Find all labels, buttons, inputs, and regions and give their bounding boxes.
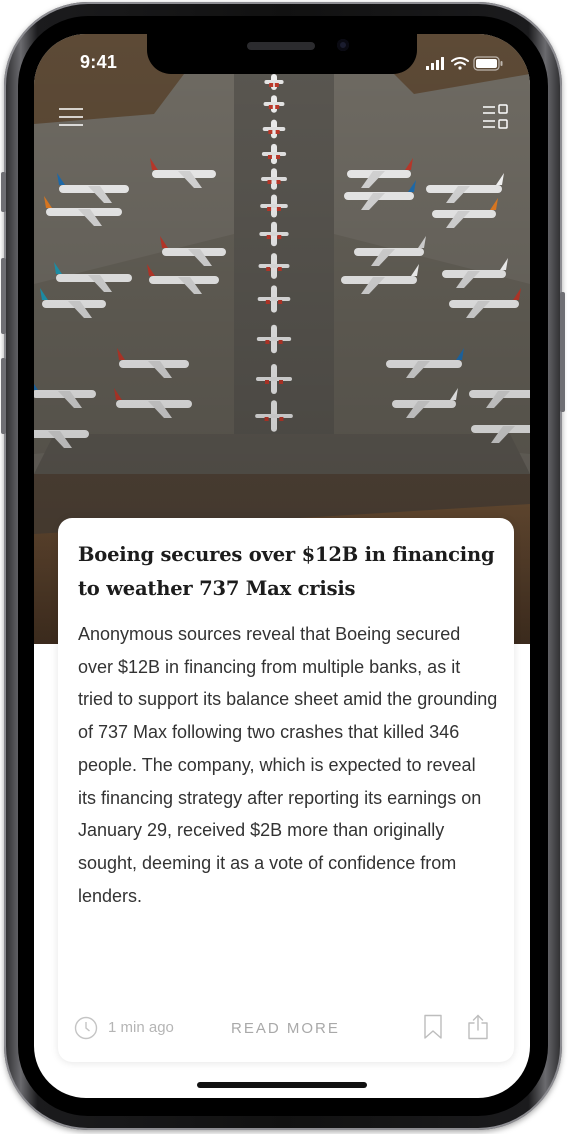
article-title[interactable]: Boeing secures over $12B in financing to… (78, 538, 498, 606)
menu-icon (59, 108, 83, 126)
app-screen: 9:41 Boeing secures over $12B in financi… (34, 34, 530, 1098)
volume-up-button (1, 258, 6, 334)
timestamp: 1 min ago (108, 1019, 174, 1036)
clock-icon (74, 1016, 98, 1040)
status-time: 9:41 (80, 52, 118, 72)
article-card[interactable]: Boeing secures over $12B in financing to… (58, 518, 514, 1062)
power-button (560, 292, 565, 412)
battery-icon (473, 56, 503, 71)
menu-button[interactable] (58, 106, 84, 128)
home-indicator[interactable] (197, 1082, 367, 1088)
earpiece-speaker (247, 42, 315, 50)
view-toggle-button[interactable] (482, 104, 508, 130)
article-footer: 1 min ago READ MORE (74, 1014, 498, 1042)
silent-switch (1, 172, 6, 212)
signal-icon (426, 57, 444, 70)
read-more-button[interactable]: READ MORE (231, 1020, 340, 1037)
front-camera (337, 39, 349, 51)
wifi-icon (451, 57, 469, 70)
status-icons (426, 56, 506, 71)
notch (147, 34, 417, 74)
bookmark-icon[interactable] (422, 1014, 444, 1040)
share-icon[interactable] (466, 1014, 490, 1040)
list-grid-icon (483, 104, 508, 129)
volume-down-button (1, 358, 6, 434)
article-body: Anonymous sources reveal that Boeing sec… (78, 624, 498, 906)
